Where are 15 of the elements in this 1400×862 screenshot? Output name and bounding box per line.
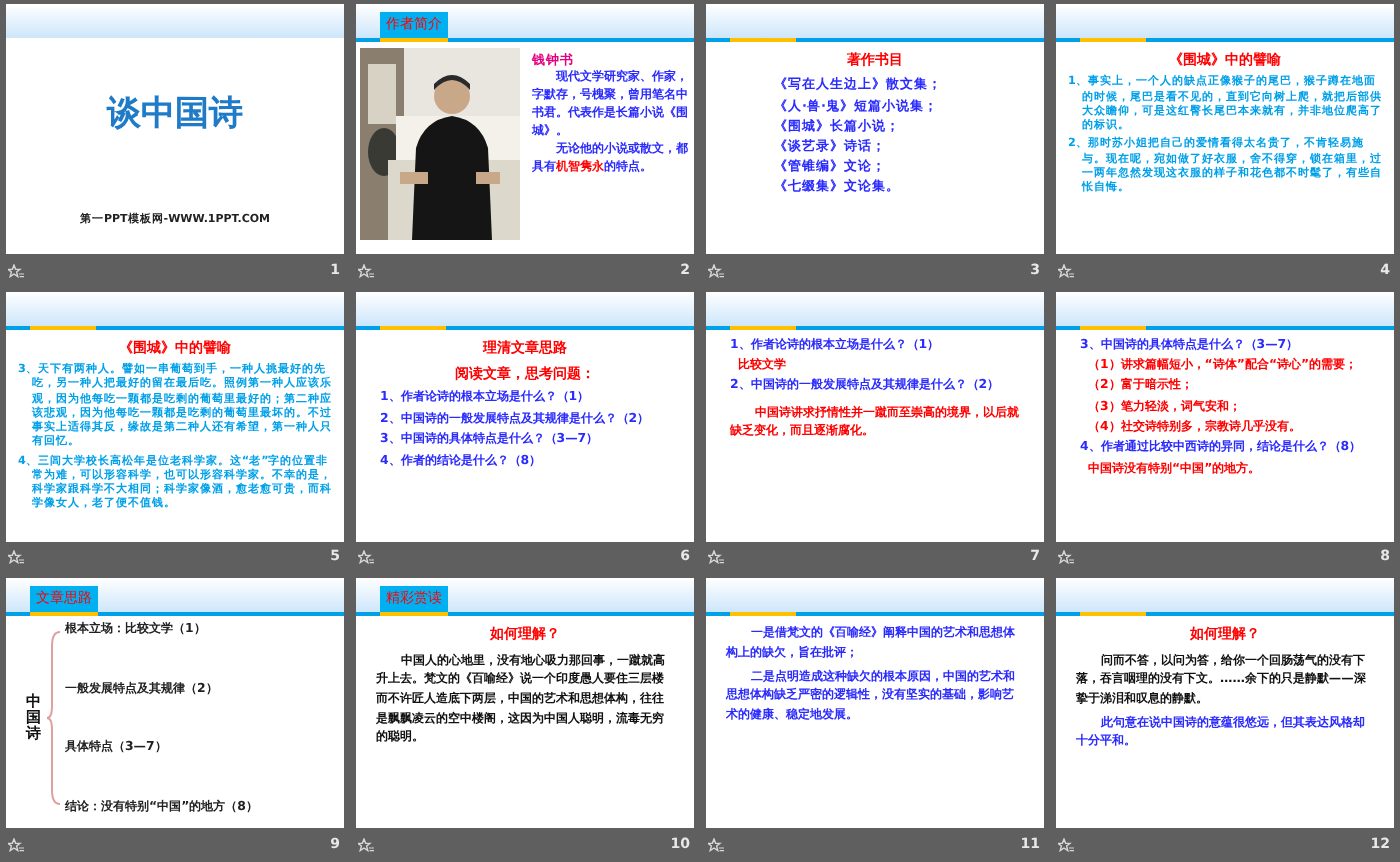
transition-icon [1058, 837, 1074, 852]
transition-icon [8, 837, 24, 852]
transition-icon [1058, 550, 1074, 565]
transition-icon [358, 837, 374, 852]
slide-thumbnail[interactable] [6, 291, 344, 542]
brace-icon [45, 630, 61, 807]
transition-icon [1058, 263, 1074, 277]
transition-icon [708, 837, 724, 852]
transition-icon [708, 263, 724, 277]
transition-icon [358, 550, 374, 565]
transition-icon [8, 550, 24, 565]
transition-icon [358, 263, 374, 277]
transition-icon [708, 550, 724, 565]
transition-icon [8, 263, 24, 277]
slide-title: 谈中国诗 [107, 98, 243, 132]
